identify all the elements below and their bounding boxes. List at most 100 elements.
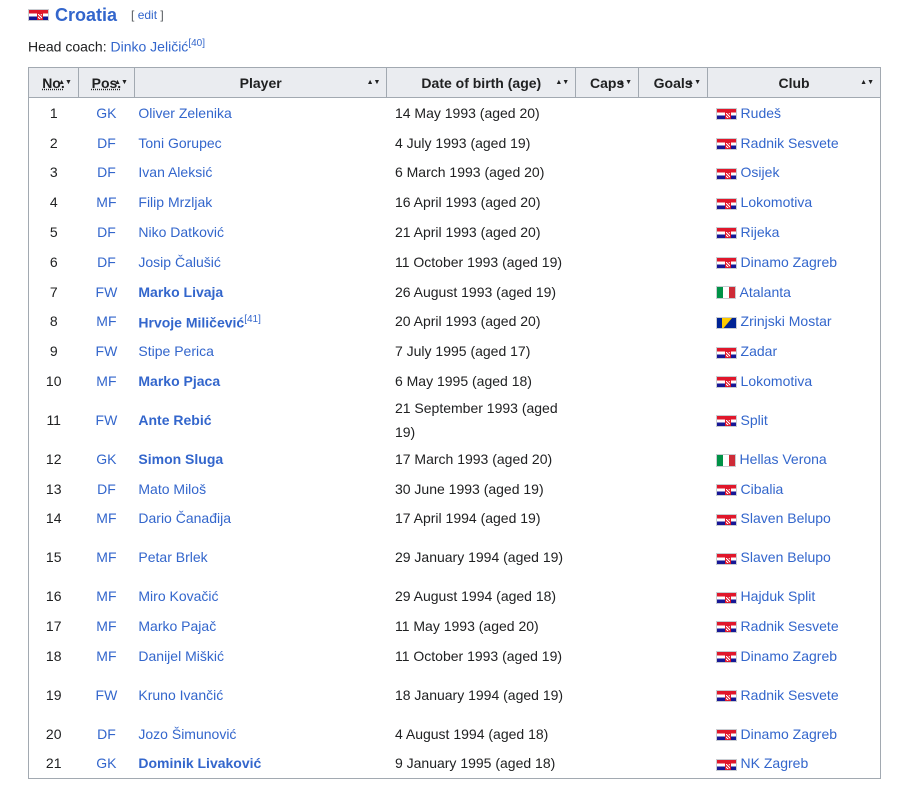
club-link[interactable]: Rijeka xyxy=(741,224,780,240)
reference-link[interactable]: [40] xyxy=(188,38,205,49)
club-link[interactable]: Split xyxy=(741,412,768,428)
cell-player: Jozo Šimunović xyxy=(134,719,387,749)
cell-position: DF xyxy=(78,719,134,749)
cell-caps xyxy=(576,474,639,504)
position-link[interactable]: MF xyxy=(96,648,116,664)
position-link[interactable]: FW xyxy=(96,284,118,300)
club-link[interactable]: Lokomotiva xyxy=(741,373,813,389)
player-link[interactable]: Ante Rebić xyxy=(138,412,211,428)
position-link[interactable]: MF xyxy=(96,313,116,329)
club-link[interactable]: Osijek xyxy=(741,164,780,180)
cell-player: Dominik Livaković xyxy=(134,749,387,779)
cell-club: Radnik Sesvete xyxy=(708,671,881,719)
player-link[interactable]: Miro Kovačić xyxy=(138,588,218,604)
position-link[interactable]: FW xyxy=(96,343,118,359)
position-link[interactable]: DF xyxy=(97,224,116,240)
position-link[interactable]: MF xyxy=(96,618,116,634)
cell-number: 13 xyxy=(45,480,62,497)
cell-number: 4 xyxy=(49,194,58,211)
column-header-caps[interactable]: Caps ▲▼ xyxy=(575,67,640,98)
cell-goals xyxy=(639,336,708,366)
position-link[interactable]: DF xyxy=(97,254,116,270)
club-link[interactable]: Zrinjski Mostar xyxy=(741,313,832,329)
position-link[interactable]: MF xyxy=(96,510,116,526)
column-header-no[interactable]: No. ▲▼ xyxy=(28,67,79,98)
cell-number: 14 xyxy=(45,510,62,527)
column-header-goals[interactable]: Goals ▲▼ xyxy=(638,67,709,98)
club-link[interactable]: Hellas Verona xyxy=(740,451,827,467)
cell-date-of-birth: 21 September 1993 (aged 19) xyxy=(394,399,558,440)
player-link[interactable]: Petar Brlek xyxy=(138,549,207,565)
club-link[interactable]: Atalanta xyxy=(740,284,791,300)
column-header-club[interactable]: Club ▲▼ xyxy=(707,67,881,98)
cell-goals xyxy=(639,504,708,534)
player-link[interactable]: Dominik Livaković xyxy=(138,755,261,771)
position-link[interactable]: FW xyxy=(96,412,118,428)
player-link[interactable]: Simon Sluga xyxy=(138,451,223,467)
section-title-link[interactable]: Croatia xyxy=(55,5,117,26)
column-header-dob[interactable]: Date of birth (age) ▲▼ xyxy=(386,67,577,98)
reference-link[interactable]: [41] xyxy=(244,314,261,325)
player-link[interactable]: Oliver Zelenika xyxy=(138,105,231,121)
player-link[interactable]: Marko Pjaca xyxy=(138,373,220,389)
cell-number: 1 xyxy=(49,104,58,121)
player-link[interactable]: Jozo Šimunović xyxy=(138,726,236,742)
player-link[interactable]: Danijel Miškić xyxy=(138,648,224,664)
player-link[interactable]: Ivan Aleksić xyxy=(138,164,212,180)
table-row: 6 DF Josip Čalušić 11 October 1993 (aged 19… xyxy=(29,247,881,277)
player-link[interactable]: Toni Gorupec xyxy=(138,135,221,151)
club-link[interactable]: Rudeš xyxy=(741,105,781,121)
player-link[interactable]: Marko Pajač xyxy=(138,618,216,634)
cell-position: GK xyxy=(78,98,134,128)
position-link[interactable]: MF xyxy=(96,549,116,565)
club-link[interactable]: Dinamo Zagreb xyxy=(741,726,838,742)
club-link[interactable]: Zadar xyxy=(741,343,778,359)
position-link[interactable]: DF xyxy=(97,481,116,497)
position-link[interactable]: DF xyxy=(97,164,116,180)
club-link[interactable]: Radnik Sesvete xyxy=(741,135,839,151)
cell-date-of-birth: 30 June 1993 (aged 19) xyxy=(394,480,544,497)
club-link[interactable]: Dinamo Zagreb xyxy=(741,254,838,270)
head-coach-link[interactable]: Dinko Jeličić xyxy=(111,39,189,55)
position-link[interactable]: MF xyxy=(96,194,116,210)
player-link[interactable]: Josip Čalušić xyxy=(138,254,220,270)
cell-club: Osijek xyxy=(708,158,881,188)
croatia-flag-icon xyxy=(715,257,737,270)
column-header-player[interactable]: Player ▲▼ xyxy=(133,67,388,98)
player-link[interactable]: Mato Miloš xyxy=(138,481,206,497)
cell-date-of-birth: 26 August 1993 (aged 19) xyxy=(394,283,557,300)
squad-table: No. ▲▼ Pos. ▲▼ Player ▲▼ Date of birth (age… xyxy=(28,67,881,779)
edit-link[interactable]: edit xyxy=(138,8,157,22)
table-row: 20 DF Jozo Šimunović 4 August 1994 (aged 18… xyxy=(29,719,881,749)
position-link[interactable]: FW xyxy=(96,687,118,703)
cell-club: Radnik Sesvete xyxy=(708,128,881,158)
position-link[interactable]: GK xyxy=(96,755,116,771)
cell-number: 3 xyxy=(49,164,58,181)
player-link[interactable]: Niko Datković xyxy=(138,224,224,240)
player-link[interactable]: Dario Čanađija xyxy=(138,510,231,526)
club-link[interactable]: NK Zagreb xyxy=(741,755,809,771)
cell-position: MF xyxy=(78,307,134,337)
position-link[interactable]: DF xyxy=(97,726,116,742)
club-link[interactable]: Hajduk Split xyxy=(741,588,816,604)
cell-number: 17 xyxy=(45,618,62,635)
club-link[interactable]: Slaven Belupo xyxy=(741,549,831,565)
player-link[interactable]: Marko Livaja xyxy=(138,284,223,300)
position-link[interactable]: MF xyxy=(96,588,116,604)
position-link[interactable]: GK xyxy=(96,451,116,467)
column-header-pos[interactable]: Pos. ▲▼ xyxy=(77,67,135,98)
player-link[interactable]: Filip Mrzljak xyxy=(138,194,212,210)
player-link[interactable]: Hrvoje Miličević xyxy=(138,315,244,331)
club-link[interactable]: Radnik Sesvete xyxy=(741,687,839,703)
player-link[interactable]: Kruno Ivančić xyxy=(138,687,223,703)
club-link[interactable]: Radnik Sesvete xyxy=(741,618,839,634)
club-link[interactable]: Slaven Belupo xyxy=(741,510,831,526)
position-link[interactable]: MF xyxy=(96,373,116,389)
club-link[interactable]: Dinamo Zagreb xyxy=(741,648,838,664)
position-link[interactable]: GK xyxy=(96,105,116,121)
club-link[interactable]: Cibalia xyxy=(741,481,784,497)
cell-date-of-birth: 4 August 1994 (aged 18) xyxy=(394,725,549,742)
player-link[interactable]: Stipe Perica xyxy=(138,343,213,359)
position-link[interactable]: DF xyxy=(97,135,116,151)
club-link[interactable]: Lokomotiva xyxy=(741,194,813,210)
